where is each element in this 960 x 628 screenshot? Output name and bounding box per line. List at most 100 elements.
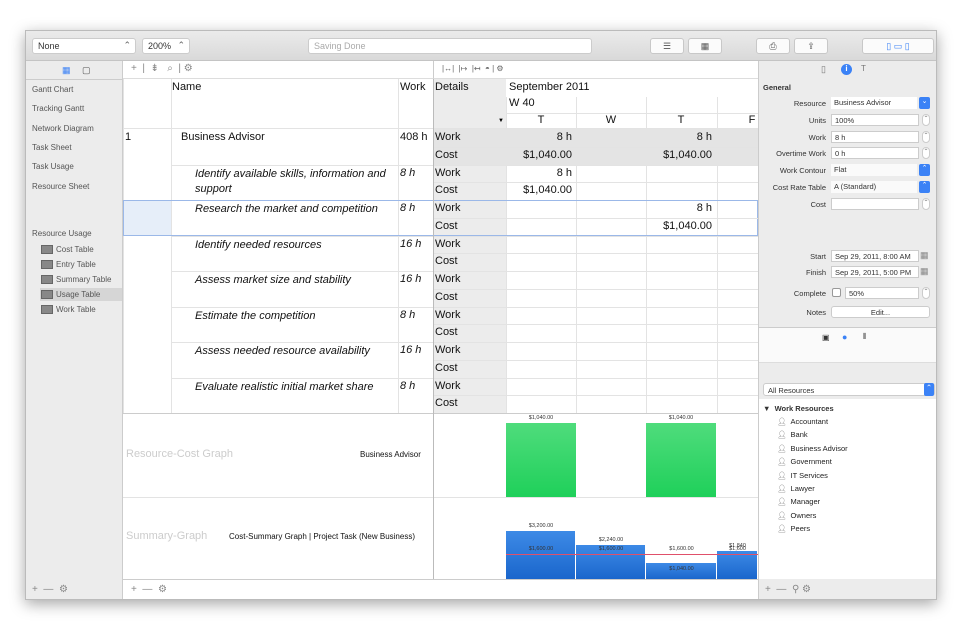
filter-select[interactable]: None ⌃ <box>32 38 136 54</box>
work-value-cell[interactable]: 8 h <box>506 167 572 179</box>
document-icon[interactable]: ▯ <box>821 64 826 75</box>
field-input[interactable]: Flat <box>831 164 917 177</box>
task-name[interactable]: Identify available skills, information a… <box>195 167 395 197</box>
start-field[interactable]: Sep 29, 2011, 8:00 AM <box>831 250 919 262</box>
column-header-details[interactable]: Details <box>435 81 469 93</box>
field-input[interactable]: Business Advisor <box>831 97 917 109</box>
resource-item[interactable]: 👤︎ IT Services <box>777 471 828 480</box>
resource-item[interactable]: 👤︎ Business Advisor <box>777 444 848 453</box>
comment-icon[interactable]: ▢ <box>82 65 91 76</box>
cost-value-cell[interactable]: $1,040.00 <box>646 149 712 161</box>
summary-graph-label: Summary-Graph <box>126 530 208 542</box>
resource-filter-select[interactable]: All Resources ⌃ <box>763 383 935 396</box>
resource-item[interactable]: 👤︎ Manager <box>777 497 820 506</box>
resource-item[interactable]: 👤︎ Lawyer <box>777 484 815 493</box>
column-header-name[interactable]: Name <box>172 81 201 93</box>
resource-bottom-controls[interactable]: + — ⚲ ⚙ <box>765 584 811 595</box>
sidebar-view-item[interactable]: Task Sheet <box>32 143 72 152</box>
outline-button[interactable]: ☰ <box>650 38 684 54</box>
field-stepper[interactable]: ⌃ <box>922 113 930 126</box>
row-selector[interactable] <box>124 201 171 235</box>
sidebar-view-item[interactable]: Network Diagram <box>32 124 94 133</box>
work-resources-group[interactable]: ▼ Work Resources <box>763 404 834 413</box>
calendar-icon[interactable]: ▦ <box>62 65 71 76</box>
task-name[interactable]: Business Advisor <box>181 131 265 143</box>
sidebar-table-item[interactable]: Entry Table <box>40 258 122 271</box>
task-name[interactable]: Evaluate realistic initial market share <box>195 380 395 395</box>
task-name[interactable]: Assess market size and stability <box>195 273 395 288</box>
field-stepper[interactable]: ⌃ <box>922 130 930 143</box>
task-work[interactable]: 16 h <box>400 273 421 285</box>
sidebar-view-item[interactable]: Resource Usage <box>32 229 92 238</box>
sidebar-view-item[interactable]: Resource Sheet <box>32 182 89 191</box>
complete-checkbox[interactable] <box>832 288 841 297</box>
sidebar-view-item[interactable]: Task Usage <box>32 162 74 171</box>
work-value-cell[interactable]: 8 h <box>646 131 712 143</box>
view-toggle-buttons[interactable]: ▯ ▭ ▯ <box>862 38 934 54</box>
field-input[interactable]: A (Standard) <box>831 181 917 193</box>
field-stepper[interactable]: ⌃ <box>922 197 930 210</box>
calendar-icon[interactable]: ▦ <box>920 250 929 261</box>
print-button[interactable]: ⎙ <box>756 38 790 54</box>
sidebar-bottom-controls[interactable]: + — ⚙ <box>32 584 68 595</box>
grid-icon[interactable]: ▣ <box>822 333 830 342</box>
sidebar-table-item[interactable]: Work Table <box>40 303 122 316</box>
field-input[interactable] <box>831 197 919 210</box>
notes-edit-button[interactable]: Edit... <box>831 306 930 318</box>
resource-item[interactable]: 👤︎ Peers <box>777 524 810 533</box>
gantt-toolbar[interactable]: |↔| |↦ |↤ ◓ | ⚙ <box>433 61 758 79</box>
task-work[interactable]: 8 h <box>400 202 415 214</box>
task-work[interactable]: 16 h <box>400 238 421 250</box>
field-input[interactable]: 0 h <box>831 147 919 160</box>
dropdown-chevron-icon[interactable]: ⌄ <box>919 97 930 109</box>
complete-stepper[interactable]: ⌃ <box>922 287 930 299</box>
notes-label: Notes <box>806 308 826 317</box>
sidebar-table-item[interactable]: Usage Table <box>40 288 122 301</box>
task-work[interactable]: 408 h <box>400 131 428 143</box>
task-name[interactable]: Identify needed resources <box>195 238 395 253</box>
resource-item[interactable]: 👤︎ Accountant <box>777 417 828 426</box>
text-style-icon[interactable]: T <box>861 64 866 73</box>
task-name[interactable]: Research the market and competition <box>195 202 395 217</box>
person-icon[interactable]: ● <box>842 332 847 342</box>
cost-value-cell[interactable]: $1,040.00 <box>506 149 572 161</box>
task-work[interactable]: 8 h <box>400 167 415 179</box>
work-value-cell[interactable]: 8 h <box>646 202 712 214</box>
dropdown-chevron-icon[interactable]: ⌃ <box>919 164 930 177</box>
sidebar-table-item[interactable]: Summary Table <box>40 273 122 286</box>
cost-value-cell[interactable]: $1,040.00 <box>646 220 712 232</box>
sidebar-view-item[interactable]: Tracking Gantt <box>32 104 84 113</box>
calendar-button[interactable]: ▦ <box>688 38 722 54</box>
table-bottom-controls[interactable]: + — ⚙ <box>123 579 758 599</box>
dropdown-chevron-icon[interactable]: ⌃ <box>919 181 930 193</box>
resource-item[interactable]: 👤︎ Bank <box>777 430 808 439</box>
task-work[interactable]: 8 h <box>400 380 415 392</box>
cost-value-cell[interactable]: $1,040.00 <box>506 184 572 196</box>
graph-resource-name: Business Advisor <box>360 450 421 459</box>
resource-item[interactable]: 👤︎ Government <box>777 457 832 466</box>
task-work[interactable]: 16 h <box>400 344 421 356</box>
resource-item[interactable]: 👤︎ Owners <box>777 511 816 520</box>
calendar-icon[interactable]: ▦ <box>920 266 929 277</box>
app-window: None ⌃ 200% ⌃ Saving Done ☰ ▦ ⎙ ⇪ ▯ ▭ ▯ ▦ … <box>25 30 937 600</box>
field-input[interactable]: 100% <box>831 113 919 126</box>
sidebar: ▦ ▢ Gantt Chart Tracking Gantt Network Dia… <box>26 61 123 599</box>
field-stepper[interactable]: ⌃ <box>922 147 930 160</box>
column-header-work[interactable]: Work <box>400 81 425 93</box>
details-dropdown-icon[interactable]: ▼ <box>498 118 504 124</box>
sidebar-table-item[interactable]: Cost Table <box>40 243 122 256</box>
zoom-select[interactable]: 200% ⌃ <box>142 38 190 54</box>
share-button[interactable]: ⇪ <box>794 38 828 54</box>
task-work[interactable]: 8 h <box>400 309 415 321</box>
complete-field[interactable]: 50% <box>845 287 919 299</box>
info-icon[interactable]: i <box>841 64 852 75</box>
row-divider <box>433 146 758 148</box>
field-input[interactable]: 8 h <box>831 130 919 143</box>
task-name[interactable]: Estimate the competition <box>195 309 395 324</box>
task-name[interactable]: Assess needed resource availability <box>195 344 395 359</box>
table-toolbar[interactable]: + | ⇟ ⌕ | ⚙ <box>123 61 433 79</box>
columns-icon[interactable]: ⦀ <box>863 332 867 342</box>
sidebar-view-item[interactable]: Gantt Chart <box>32 85 73 94</box>
finish-field[interactable]: Sep 29, 2011, 5:00 PM <box>831 266 919 278</box>
work-value-cell[interactable]: 8 h <box>506 131 572 143</box>
